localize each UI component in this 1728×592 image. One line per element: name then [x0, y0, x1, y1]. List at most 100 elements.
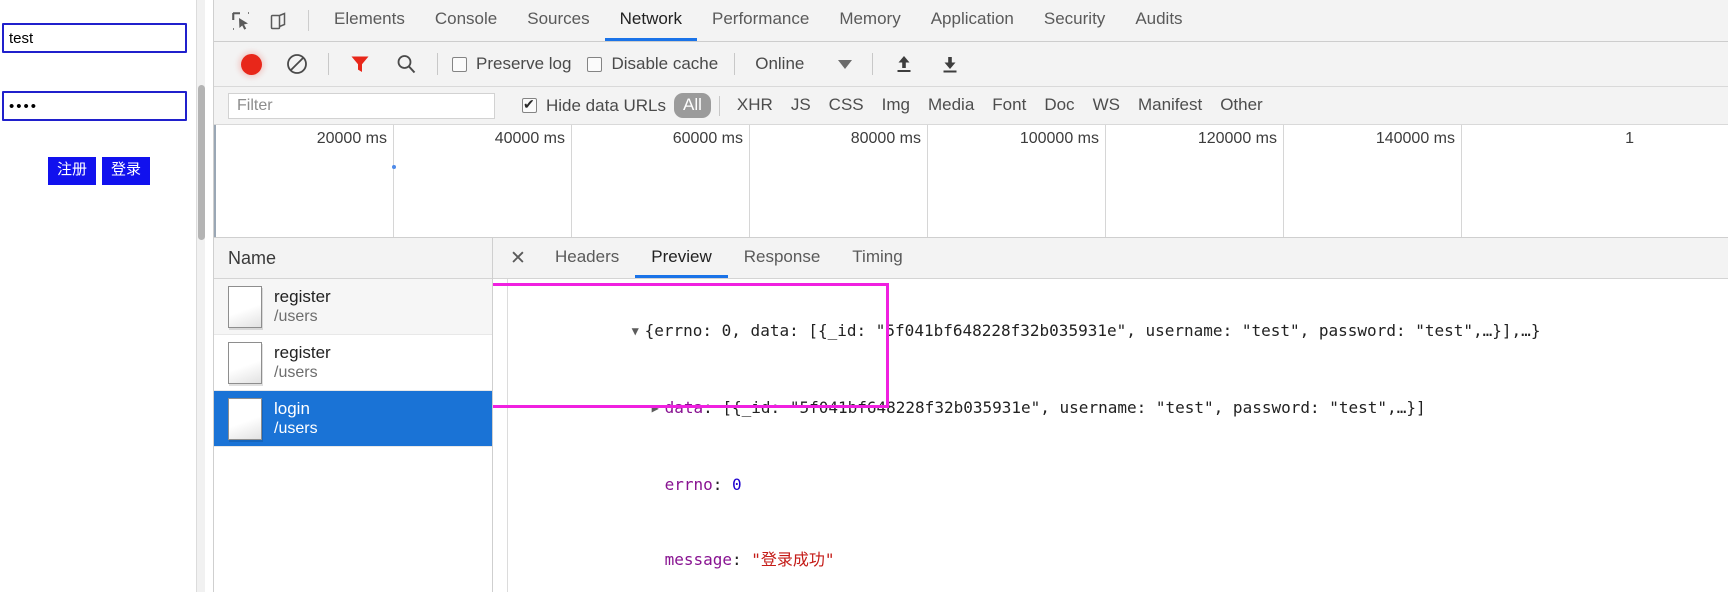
toolbar-divider [734, 53, 736, 75]
timeline-tick: 120000 ms [1106, 125, 1284, 237]
tab-audits[interactable]: Audits [1120, 0, 1197, 41]
tab-timing[interactable]: Timing [836, 238, 918, 278]
password-input[interactable] [2, 91, 187, 121]
toolbar-divider [718, 95, 720, 116]
tab-performance[interactable]: Performance [697, 0, 824, 41]
checkbox-box[interactable] [452, 56, 467, 72]
preview-gutter [507, 279, 508, 592]
request-name: register [274, 342, 331, 362]
json-key-data: data [664, 398, 704, 417]
table-row[interactable]: login /users [214, 391, 492, 447]
page-scrollbar[interactable] [196, 0, 205, 592]
type-filter-css[interactable]: CSS [820, 93, 873, 118]
login-button[interactable]: 登录 [102, 157, 151, 185]
table-row[interactable]: register /users [214, 279, 492, 335]
toolbar-divider [437, 53, 438, 75]
file-icon [228, 397, 262, 440]
type-filter-xhr[interactable]: XHR [728, 93, 782, 118]
hide-data-urls-label: Hide data URLs [546, 95, 667, 115]
timeline-tick: 40000 ms [394, 125, 572, 237]
register-button[interactable]: 注册 [48, 157, 97, 185]
timeline-tick: 80000 ms [750, 125, 928, 237]
json-value-errno: 0 [732, 475, 742, 494]
request-name: login [274, 398, 310, 418]
chevron-right-icon[interactable]: ▶ [652, 396, 665, 421]
network-toolbar: Preserve log Disable cache Online [214, 42, 1728, 87]
request-path: /users [274, 308, 318, 326]
timeline-tick-label: 80000 ms [850, 130, 921, 147]
request-name: register [274, 286, 331, 306]
timeline-tick: 100000 ms [928, 125, 1106, 237]
record-icon[interactable] [228, 42, 274, 87]
search-icon[interactable] [383, 42, 429, 87]
network-overview-timeline[interactable]: 20000 ms 40000 ms 60000 ms 80000 ms 1000… [214, 125, 1728, 238]
type-filter-img[interactable]: Img [873, 93, 919, 118]
preserve-log-checkbox[interactable]: Preserve log [452, 54, 571, 74]
tab-headers[interactable]: Headers [539, 238, 635, 278]
chevron-down-icon[interactable] [838, 59, 853, 69]
tab-preview[interactable]: Preview [635, 238, 728, 278]
resource-type-filters: All XHR JS CSS Img Media Font Doc WS Man… [674, 93, 1272, 118]
device-toolbar-icon[interactable] [260, 0, 298, 41]
tab-memory[interactable]: Memory [824, 0, 915, 41]
checkbox-box[interactable] [587, 56, 603, 72]
username-input[interactable] [2, 23, 187, 53]
timeline-tick-label: 40000 ms [494, 130, 565, 147]
requests-pane: Name register /users register /users log… [214, 238, 493, 592]
network-filter-row: Hide data URLs All XHR JS CSS Img Media … [214, 87, 1728, 125]
type-filter-manifest[interactable]: Manifest [1129, 93, 1211, 118]
timeline-tick: 140000 ms [1284, 125, 1462, 237]
web-page-pane: 注册 登录 [0, 0, 205, 592]
import-har-icon[interactable] [881, 42, 927, 87]
type-filter-all[interactable]: All [674, 93, 711, 118]
timeline-tick: 1 [1462, 125, 1640, 237]
request-path: /users [274, 420, 318, 438]
type-filter-other[interactable]: Other [1211, 93, 1272, 118]
type-filter-doc[interactable]: Doc [1035, 93, 1083, 118]
json-key-message: message [664, 550, 733, 569]
filter-funnel-icon[interactable] [337, 42, 383, 87]
throttle-select[interactable]: Online [743, 54, 864, 74]
json-root-line[interactable]: ▼ {errno: 0, data: [{_id: "5f041bf648228f… [503, 293, 1728, 370]
type-filter-js[interactable]: JS [782, 93, 820, 118]
filter-input[interactable] [228, 92, 495, 119]
json-data-line[interactable]: ▶ data: [{_id: "5f041bf648228f32b035931e"… [503, 370, 1728, 447]
timeline-tick-label: 20000 ms [316, 130, 387, 147]
tab-console[interactable]: Console [420, 0, 512, 41]
chevron-down-icon[interactable]: ▼ [632, 319, 645, 344]
export-har-icon[interactable] [927, 42, 973, 87]
network-split: Name register /users register /users log… [214, 238, 1728, 592]
type-filter-ws[interactable]: WS [1084, 93, 1129, 118]
tab-network[interactable]: Network [604, 0, 697, 41]
timeline-tick-label: 140000 ms [1375, 130, 1455, 147]
toolbar-divider [328, 53, 329, 75]
timeline-tick: 60000 ms [572, 125, 750, 237]
tab-security[interactable]: Security [1029, 0, 1120, 41]
type-filter-media[interactable]: Media [919, 93, 983, 118]
inspect-element-icon[interactable] [222, 0, 260, 41]
disable-cache-checkbox[interactable]: Disable cache [587, 54, 718, 74]
close-icon[interactable]: ✕ [497, 238, 539, 278]
tab-elements[interactable]: Elements [319, 0, 420, 41]
json-value-message: "登录成功" [751, 550, 835, 569]
devtools-panel: Elements Console Sources Network Perform… [213, 0, 1728, 592]
json-colon: : [712, 475, 733, 494]
tab-sources[interactable]: Sources [512, 0, 604, 41]
devtools-tabbar: Elements Console Sources Network Perform… [214, 0, 1728, 42]
json-errno-line: errno: 0 [503, 447, 1728, 522]
type-filter-font[interactable]: Font [983, 93, 1035, 118]
requests-column-header[interactable]: Name [214, 238, 492, 279]
tab-application[interactable]: Application [916, 0, 1029, 41]
clear-icon[interactable] [274, 42, 320, 87]
json-colon: : [732, 550, 752, 569]
page-scrollbar-thumb[interactable] [198, 85, 205, 240]
file-icon [228, 285, 262, 328]
timeline-tick: 20000 ms [214, 125, 394, 237]
tab-response[interactable]: Response [728, 238, 837, 278]
timeline-event-dot [392, 165, 396, 169]
table-row[interactable]: register /users [214, 335, 492, 391]
hide-data-urls-checkbox[interactable]: Hide data URLs [522, 96, 666, 116]
timeline-tick-label: 1 [1625, 130, 1634, 147]
json-preview: ▼ {errno: 0, data: [{_id: "5f041bf648228f… [493, 279, 1728, 592]
checkbox-box[interactable] [522, 96, 537, 113]
